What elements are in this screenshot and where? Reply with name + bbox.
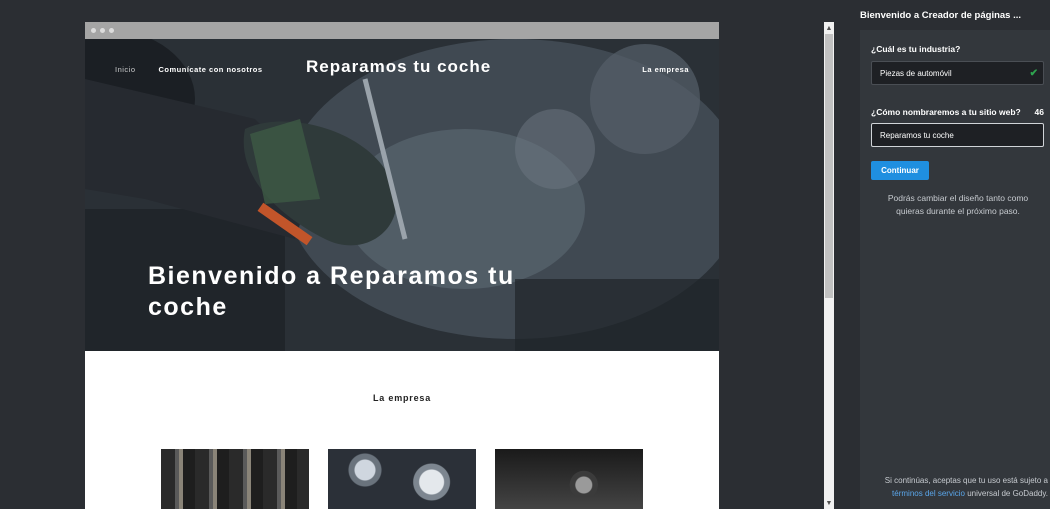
site-nav: Inicio Comunícate con nosotros Reparamos…	[115, 57, 689, 76]
dashboard-image	[495, 449, 643, 509]
char-count: 46	[1034, 107, 1044, 117]
scroll-up-icon[interactable]: ▲	[824, 22, 834, 34]
section-title: La empresa	[372, 393, 432, 403]
industry-value: Piezas de automóvil	[880, 68, 952, 78]
terms-link[interactable]: términos del servicio	[892, 489, 965, 498]
terms-text: Si continúas, aceptas que tu uso está su…	[884, 476, 1048, 485]
builder-panel: ¿Cuál es tu industria? Piezas de automóv…	[860, 30, 1050, 509]
site-title: Reparamos tu coche	[306, 57, 492, 76]
industry-label: ¿Cuál es tu industria?	[871, 44, 961, 54]
panel-title: Bienvenido a Creador de páginas ...	[860, 10, 1022, 21]
scroll-down-icon[interactable]: ▼	[824, 497, 834, 509]
window-dot-icon	[91, 28, 96, 33]
site-preview: Inicio Comunícate con nosotros Reparamos…	[85, 22, 719, 509]
preview-scrollbar[interactable]: ▲ ▼	[824, 22, 834, 509]
industry-field[interactable]: Piezas de automóvil ✔	[871, 61, 1044, 85]
site-name-value: Reparamos tu coche	[880, 130, 954, 140]
terms-notice: Si continúas, aceptas que tu uso está su…	[866, 474, 1048, 500]
gallery	[161, 449, 643, 509]
hero-image: Inicio Comunícate con nosotros Reparamos…	[85, 39, 719, 351]
site-name-input[interactable]: Reparamos tu coche	[871, 123, 1044, 147]
nav-home-link[interactable]: Inicio	[115, 65, 136, 74]
browser-chrome	[85, 22, 719, 39]
window-dot-icon	[109, 28, 114, 33]
continue-button[interactable]: Continuar	[871, 161, 929, 180]
terms-text-end: universal de GoDaddy.	[967, 489, 1048, 498]
window-dot-icon	[100, 28, 105, 33]
engine-parts-image	[328, 449, 476, 509]
scrollbar-thumb[interactable]	[825, 34, 833, 298]
check-icon: ✔	[1029, 67, 1038, 79]
nav-contact-link[interactable]: Comunícate con nosotros	[159, 65, 263, 74]
tires-image	[161, 449, 309, 509]
hint-text: Podrás cambiar el diseño tanto como quie…	[887, 193, 1029, 216]
nav-company-link[interactable]: La empresa	[642, 65, 689, 74]
site-name-label: ¿Cómo nombraremos a tu sitio web?	[871, 107, 1021, 117]
hero-title: Bienvenido a Reparamos tu coche	[148, 262, 515, 321]
